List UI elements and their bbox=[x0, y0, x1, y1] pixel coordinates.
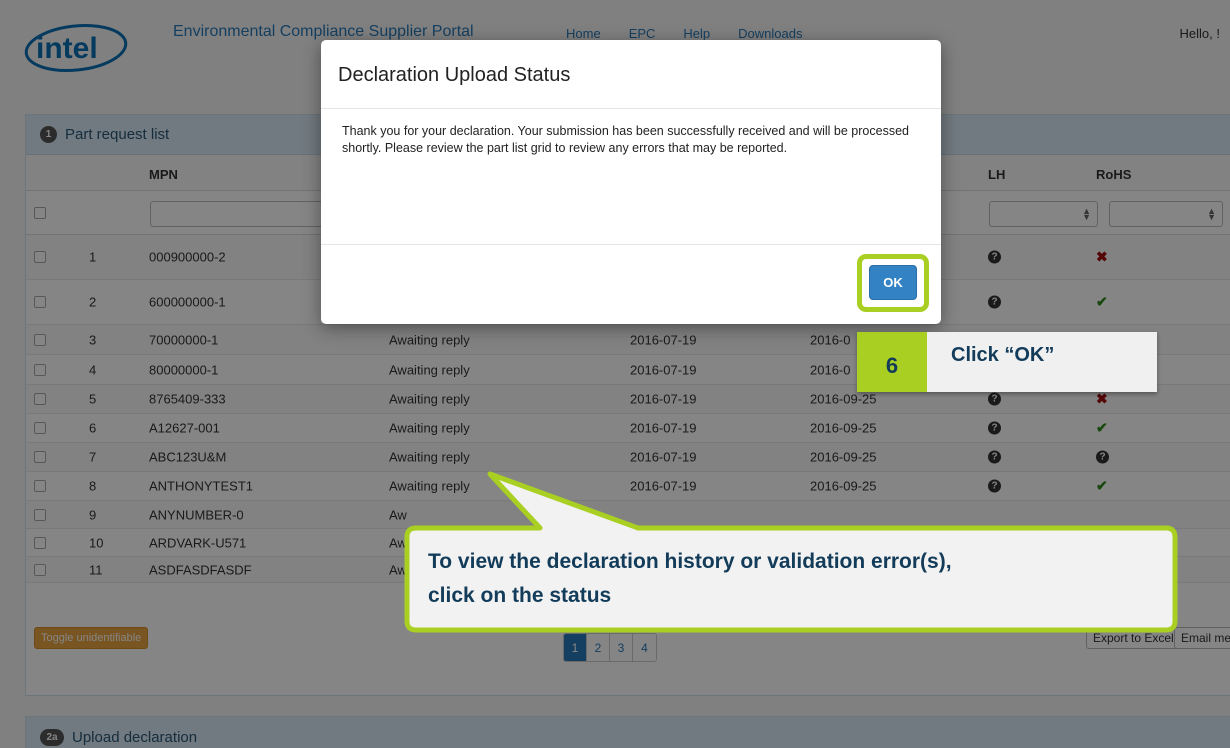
step-number: 6 bbox=[857, 332, 927, 392]
bubble-line-2: click on the status bbox=[428, 584, 612, 607]
bubble-text: To view the declaration history or valid… bbox=[428, 545, 1158, 613]
step-instruction: Click “OK” bbox=[951, 344, 1055, 366]
step-callout: 6 Click “OK” bbox=[857, 332, 1157, 392]
dialog-message: Thank you for your declaration. Your sub… bbox=[321, 109, 941, 245]
bubble-line-1: To view the declaration history or valid… bbox=[428, 550, 952, 573]
dialog-title: Declaration Upload Status bbox=[321, 40, 941, 109]
ok-button[interactable]: OK bbox=[869, 265, 917, 300]
upload-status-dialog: Declaration Upload Status Thank you for … bbox=[321, 40, 941, 324]
